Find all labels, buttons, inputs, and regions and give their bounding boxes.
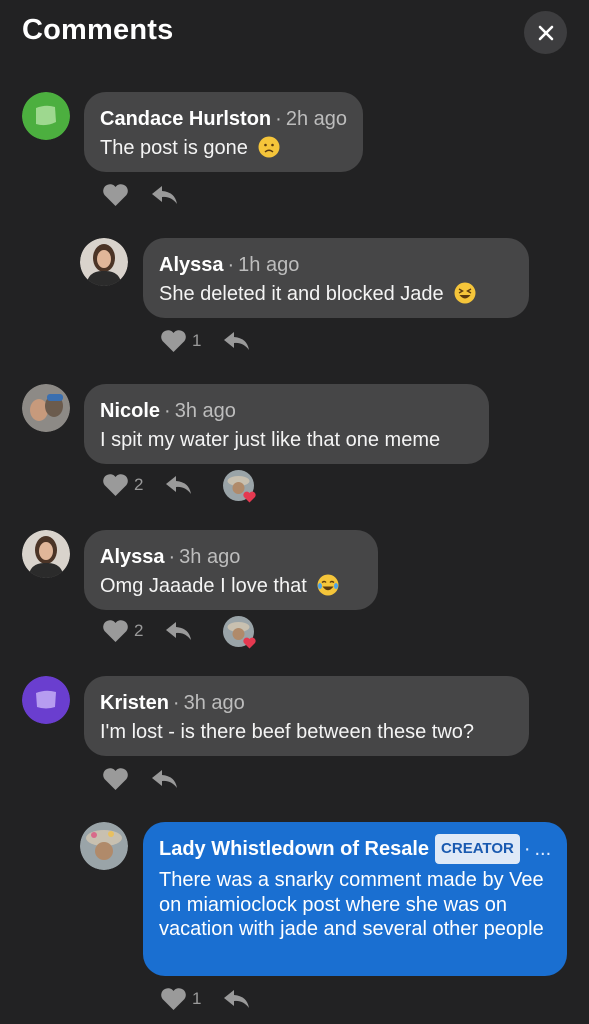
like-button[interactable]: [102, 767, 129, 791]
creator-reaction-avatar: [223, 615, 257, 648]
avatar[interactable]: [22, 676, 70, 724]
avatar[interactable]: [80, 238, 128, 286]
comment-actions: [102, 180, 201, 210]
commenter-name[interactable]: Nicole: [100, 400, 160, 422]
comment-bubble: Kristen · 3h ago I'm lost - is there beef …: [84, 676, 529, 756]
close-icon: [538, 25, 553, 40]
comment-bubble: Alyssa · 1h ago She deleted it and blocked…: [143, 238, 529, 318]
comment-actions: 1: [160, 326, 273, 356]
like-button[interactable]: 2: [102, 473, 143, 497]
comments-header: Comments: [0, 0, 589, 70]
tears-of-joy-emoji: [317, 574, 339, 596]
comment-text: I spit my water just like that one meme: [100, 429, 441, 451]
reply-button[interactable]: [223, 329, 251, 353]
reply-button[interactable]: [151, 183, 179, 207]
creator-reaction-avatar: [223, 469, 257, 502]
reply-icon: [224, 332, 250, 350]
avatar[interactable]: [80, 822, 128, 870]
comment-actions: 2: [102, 615, 257, 648]
comment-time: 3h ago: [174, 400, 236, 422]
comment-bubble: Nicole · 3h ago I spit my water just like …: [84, 384, 489, 464]
comment-time: 1h ago: [238, 254, 300, 276]
reply-button[interactable]: [165, 619, 193, 643]
heart-badge-icon: [243, 637, 257, 648]
comment-bubble: Candace Hurlston · 2h ago The post is gone: [84, 92, 363, 172]
heart-icon: [161, 988, 186, 1010]
sad-face-emoji: [258, 136, 280, 158]
heart-icon: [161, 330, 186, 352]
commenter-name[interactable]: Alyssa: [159, 254, 224, 276]
heart-icon: [103, 474, 128, 496]
like-count: 1: [192, 331, 202, 350]
comment-text: I'm lost - is there beef between these t…: [100, 721, 475, 743]
heart-badge-icon: [243, 491, 257, 502]
comment-actions: 1: [160, 984, 273, 1014]
comment-text: Omg Jaaade I love that: [100, 575, 307, 597]
comment-time: 3h ago: [183, 692, 245, 714]
comment-actions: [102, 764, 201, 794]
avatar[interactable]: [22, 92, 70, 140]
creator-badge: CREATOR: [435, 834, 520, 864]
reply-icon: [166, 622, 192, 640]
commenter-name[interactable]: Alyssa: [100, 546, 165, 568]
like-button[interactable]: 2: [102, 619, 143, 643]
heart-icon: [103, 620, 128, 642]
like-button[interactable]: [102, 183, 129, 207]
heart-icon: [103, 184, 128, 206]
commenter-name[interactable]: Candace Hurlston: [100, 108, 271, 130]
comment-time: ...: [534, 838, 552, 860]
comment-actions: 2: [102, 469, 257, 502]
like-button[interactable]: 1: [160, 987, 201, 1011]
like-count: 2: [134, 621, 144, 640]
reply-button[interactable]: [165, 473, 193, 497]
laughing-squint-emoji: [454, 282, 476, 304]
comment-time: 2h ago: [285, 108, 347, 130]
close-button[interactable]: [524, 11, 567, 54]
comment-time: 3h ago: [179, 546, 241, 568]
reply-icon: [152, 770, 177, 788]
page-title: Comments: [22, 14, 174, 46]
reply-icon: [166, 476, 192, 494]
reply-icon: [152, 186, 177, 204]
like-count: 2: [134, 475, 144, 494]
comment-text: There was a snarky comment made by Vee o…: [159, 869, 544, 940]
heart-icon: [103, 768, 128, 790]
comment-text: The post is gone: [100, 137, 248, 159]
avatar[interactable]: [22, 384, 70, 432]
reply-icon: [224, 990, 250, 1008]
comment-text: She deleted it and blocked Jade: [159, 283, 444, 305]
like-count: 1: [192, 989, 202, 1008]
creator-comment-bubble: Lady Whistledown of Resale CREATOR ·... Th…: [143, 822, 567, 976]
reply-button[interactable]: [223, 987, 251, 1011]
like-button[interactable]: 1: [160, 329, 201, 353]
avatar[interactable]: [22, 530, 70, 578]
comment-bubble: Alyssa · 3h ago Omg Jaaade I love that: [84, 530, 378, 610]
reply-button[interactable]: [151, 767, 179, 791]
commenter-name[interactable]: Kristen: [100, 692, 169, 714]
commenter-name[interactable]: Lady Whistledown of Resale: [159, 838, 429, 860]
